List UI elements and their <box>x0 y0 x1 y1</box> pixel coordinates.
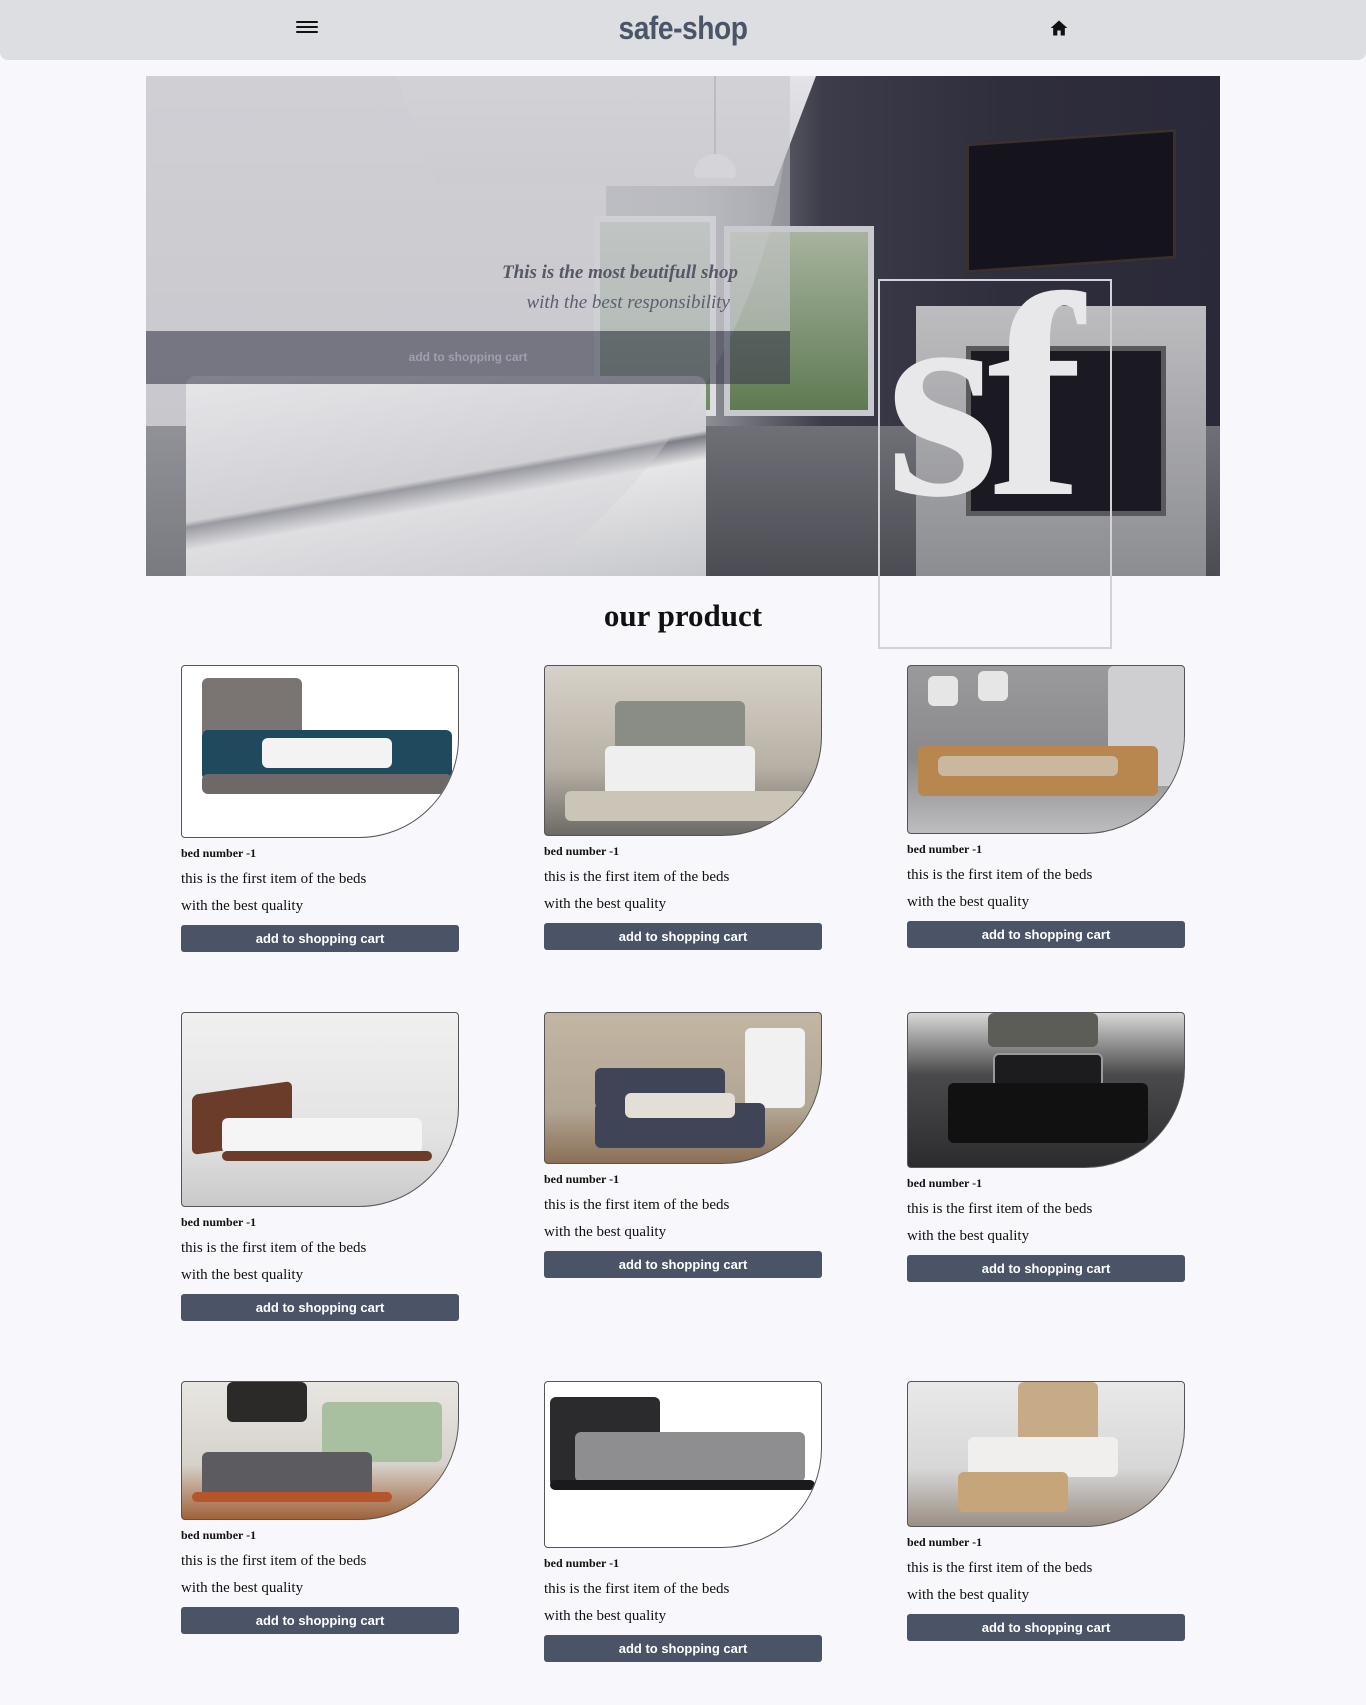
product-card: bed number -1 this is the first item of … <box>181 1012 459 1321</box>
product-quality: with the best quality <box>907 894 1030 910</box>
product-quality: with the best quality <box>181 1267 304 1283</box>
product-image[interactable] <box>181 665 459 838</box>
product-quality: with the best quality <box>544 896 667 912</box>
product-description: this is the first item of the beds <box>907 867 1093 883</box>
add-to-cart-button[interactable]: add to shopping cart <box>181 1607 459 1634</box>
product-image[interactable] <box>544 665 822 836</box>
add-to-cart-button[interactable]: add to shopping cart <box>544 1251 822 1278</box>
product-description: this is the first item of the beds <box>907 1201 1093 1217</box>
product-image[interactable] <box>181 1012 459 1207</box>
product-card: bed number -1 this is the first item of … <box>544 1381 822 1662</box>
product-name: bed number -1 <box>181 846 257 860</box>
add-to-cart-button[interactable]: add to shopping cart <box>544 1635 822 1662</box>
hero-tagline-primary: This is the most beutifull shop <box>502 262 738 283</box>
product-quality: with the best quality <box>907 1587 1030 1603</box>
product-description: this is the first item of the beds <box>181 1553 367 1569</box>
add-to-cart-button[interactable]: add to shopping cart <box>181 925 459 952</box>
product-name: bed number -1 <box>544 844 620 858</box>
product-name: bed number -1 <box>907 1176 983 1190</box>
product-quality: with the best quality <box>544 1224 667 1240</box>
product-description: this is the first item of the beds <box>544 1197 730 1213</box>
product-image[interactable] <box>544 1012 822 1164</box>
product-image[interactable] <box>907 1012 1185 1168</box>
product-image[interactable] <box>181 1381 459 1520</box>
add-to-cart-button[interactable]: add to shopping cart <box>907 1614 1185 1641</box>
product-description: this is the first item of the beds <box>544 869 730 885</box>
product-quality: with the best quality <box>181 1580 304 1596</box>
add-to-cart-button[interactable]: add to shopping cart <box>544 923 822 950</box>
product-card: bed number -1 this is the first item of … <box>181 665 459 952</box>
product-card: bed number -1 this is the first item of … <box>907 665 1185 948</box>
product-quality: with the best quality <box>544 1608 667 1624</box>
brand-logo[interactable]: safe-shop <box>82 10 1284 47</box>
hero-tagline-secondary: with the best responsibility <box>526 292 730 313</box>
add-to-cart-button[interactable]: add to shopping cart <box>907 1255 1185 1282</box>
product-card: bed number -1 this is the first item of … <box>181 1381 459 1634</box>
product-card: bed number -1 this is the first item of … <box>544 665 822 950</box>
product-quality: with the best quality <box>907 1228 1030 1244</box>
product-name: bed number -1 <box>907 1535 983 1549</box>
product-name: bed number -1 <box>907 842 983 856</box>
product-card: bed number -1 this is the first item of … <box>907 1381 1185 1641</box>
product-image[interactable] <box>907 665 1185 834</box>
hero-add-to-cart-button[interactable]: add to shopping cart <box>146 350 790 364</box>
product-card: bed number -1 this is the first item of … <box>544 1012 822 1278</box>
product-name: bed number -1 <box>544 1556 620 1570</box>
product-description: this is the first item of the beds <box>181 1240 367 1256</box>
add-to-cart-button[interactable]: add to shopping cart <box>181 1294 459 1321</box>
product-description: this is the first item of the beds <box>544 1581 730 1597</box>
products-title: our product <box>603 598 763 633</box>
product-quality: with the best quality <box>181 898 304 914</box>
top-navbar: safe-shop <box>0 0 1366 60</box>
logo-frame <box>878 279 1112 649</box>
product-name: bed number -1 <box>181 1215 257 1229</box>
product-name: bed number -1 <box>544 1172 620 1186</box>
product-description: this is the first item of the beds <box>907 1560 1093 1576</box>
product-image[interactable] <box>544 1381 822 1548</box>
product-image[interactable] <box>907 1381 1185 1527</box>
product-name: bed number -1 <box>181 1528 257 1542</box>
product-description: this is the first item of the beds <box>181 871 367 887</box>
add-to-cart-button[interactable]: add to shopping cart <box>907 921 1185 948</box>
home-icon[interactable] <box>1048 18 1070 38</box>
product-card: bed number -1 this is the first item of … <box>907 1012 1185 1282</box>
